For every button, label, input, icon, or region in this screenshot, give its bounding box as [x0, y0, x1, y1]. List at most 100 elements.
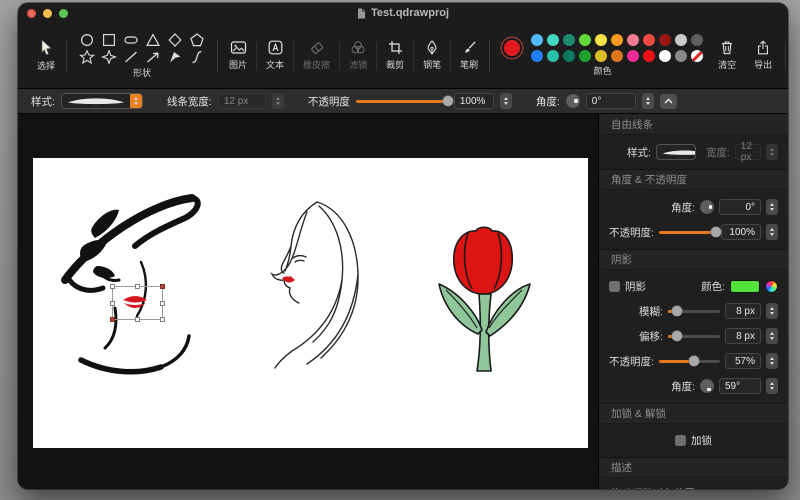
opacity-slider[interactable] [356, 100, 448, 103]
tool-text[interactable]: 文本 [259, 40, 291, 71]
color-swatch[interactable] [643, 50, 655, 62]
sidebar-width-stepper[interactable] [766, 144, 778, 160]
color-swatch[interactable] [691, 34, 703, 46]
color-swatch[interactable] [579, 34, 591, 46]
sidebar-opacity-slider[interactable] [659, 231, 716, 234]
line-width-stepper[interactable] [272, 93, 284, 109]
color-swatch[interactable] [595, 50, 607, 62]
shape-curve[interactable] [187, 49, 207, 64]
color-swatch[interactable] [531, 50, 543, 62]
shadow-blur-input[interactable]: 8 px [725, 303, 761, 319]
shadow-checkbox[interactable] [609, 281, 620, 292]
selection-handle-bottom-center[interactable] [135, 317, 140, 322]
shape-line[interactable] [121, 49, 141, 64]
tool-crop[interactable]: 裁剪 [379, 40, 411, 71]
color-swatch[interactable] [563, 50, 575, 62]
drawing-abstract-woman-hat[interactable] [45, 174, 220, 392]
shadow-angle-stepper[interactable] [766, 378, 778, 394]
color-swatch[interactable] [595, 34, 607, 46]
shape-circle[interactable] [77, 32, 97, 47]
opacity-input[interactable]: 100% [454, 93, 494, 109]
tool-filter[interactable]: 滤镜 [342, 40, 374, 71]
color-wheel-button[interactable] [765, 280, 778, 293]
shadow-opacity-slider[interactable] [659, 360, 720, 363]
selection-handle-top-left[interactable] [110, 284, 115, 289]
color-swatch[interactable] [643, 34, 655, 46]
color-swatch[interactable] [675, 34, 687, 46]
color-swatch[interactable] [659, 50, 671, 62]
shadow-angle-dial[interactable] [700, 379, 714, 393]
tool-pen[interactable]: 钢笔 [416, 40, 448, 71]
collapse-options-button[interactable] [660, 94, 677, 109]
selection-handle-bottom-left[interactable] [110, 317, 115, 322]
sidebar-opacity-stepper[interactable] [766, 224, 778, 240]
shadow-opacity-stepper[interactable] [766, 353, 778, 369]
selection-handle-top-right[interactable] [160, 284, 165, 289]
drawing-woman-profile[interactable] [245, 194, 395, 370]
color-swatch[interactable] [627, 34, 639, 46]
free-line-style-row: 样式: 宽度: 12 px [599, 144, 788, 160]
selection-handle-middle-left[interactable] [110, 301, 115, 306]
sidebar-angle-dial[interactable] [700, 200, 714, 214]
no-color-swatch[interactable] [691, 50, 703, 62]
sidebar-stroke-style-popup[interactable] [656, 144, 696, 160]
minimize-button[interactable] [43, 9, 52, 18]
shadow-offset-slider[interactable] [668, 335, 720, 338]
shape-diamond[interactable] [165, 32, 185, 47]
shadow-blur-stepper[interactable] [766, 303, 778, 319]
color-swatch[interactable] [627, 50, 639, 62]
tool-brush[interactable]: 笔刷 [453, 40, 485, 71]
shape-square[interactable] [99, 32, 119, 47]
sidebar-angle-input[interactable]: 0° [719, 199, 761, 215]
angle-input[interactable]: 0° [586, 93, 636, 109]
artboard[interactable] [33, 158, 588, 448]
shape-triangle[interactable] [143, 32, 163, 47]
sidebar-angle-stepper[interactable] [766, 199, 778, 215]
lock-checkbox[interactable] [675, 435, 686, 446]
drawing-red-tulip[interactable] [418, 224, 548, 376]
shape-star[interactable] [77, 49, 97, 64]
color-swatch[interactable] [547, 50, 559, 62]
color-swatch[interactable] [563, 34, 575, 46]
clear-button[interactable]: 清空 [711, 40, 743, 71]
shadow-offset-stepper[interactable] [766, 328, 778, 344]
color-swatch[interactable] [659, 34, 671, 46]
selection-box[interactable] [112, 286, 163, 320]
color-swatch[interactable] [531, 34, 543, 46]
stroke-style-popup[interactable] [61, 93, 143, 109]
selection-handle-bottom-right[interactable] [160, 317, 165, 322]
opacity-stepper[interactable] [500, 93, 512, 109]
close-button[interactable] [27, 9, 36, 18]
angle-dial[interactable] [566, 94, 580, 108]
selection-handle-top-center[interactable] [135, 284, 140, 289]
selected-color-swatch[interactable] [502, 38, 522, 58]
tool-pen-label: 钢笔 [423, 58, 441, 71]
shadow-blur-slider[interactable] [668, 310, 720, 313]
color-swatch[interactable] [675, 50, 687, 62]
zoom-button[interactable] [59, 9, 68, 18]
color-swatch[interactable] [611, 34, 623, 46]
shape-pentagon[interactable] [187, 32, 207, 47]
shape-solid-arrow[interactable] [165, 49, 185, 64]
angle-stepper[interactable] [642, 93, 654, 109]
line-width-input[interactable]: 12 px [218, 93, 266, 109]
canvas[interactable] [18, 114, 598, 489]
color-swatch[interactable] [547, 34, 559, 46]
sidebar-opacity-input[interactable]: 100% [721, 224, 761, 240]
export-button[interactable]: 导出 [747, 40, 779, 71]
shape-arrow[interactable] [143, 49, 163, 64]
tool-eraser[interactable]: 橡皮擦 [296, 40, 337, 71]
shape-four-point-star[interactable] [99, 49, 119, 64]
color-swatch[interactable] [611, 50, 623, 62]
selection-handle-middle-right[interactable] [160, 301, 165, 306]
shadow-offset-input[interactable]: 8 px [725, 328, 761, 344]
shadow-opacity-input[interactable]: 57% [725, 353, 761, 369]
shadow-angle-input[interactable]: 59° [719, 378, 761, 394]
toolbar-right: 清空 导出 [711, 40, 788, 71]
sidebar-width-input[interactable]: 12 px [735, 144, 761, 160]
tool-image[interactable]: 图片 [222, 40, 254, 71]
select-tool[interactable]: 选择 [30, 39, 62, 72]
shadow-color-well[interactable] [730, 280, 760, 293]
color-swatch[interactable] [579, 50, 591, 62]
shape-ellipse[interactable] [121, 32, 141, 47]
